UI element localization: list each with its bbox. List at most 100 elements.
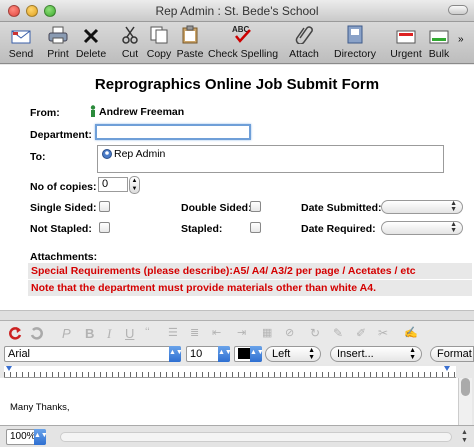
not-stapled-checkbox[interactable] — [99, 222, 110, 233]
printer-icon — [48, 26, 68, 44]
print-label: Print — [47, 48, 69, 60]
check-spelling-label: Check Spelling — [208, 48, 279, 60]
urgent-label: Urgent — [390, 48, 422, 60]
editor-toolbar-actions: P B I U ‘‘ ☰ ≣ ⇤ ⇥ ▦ ⊘ ↻ ✎ ✐ ✂ ✍ — [0, 320, 474, 344]
outdent-icon[interactable]: ⇤ — [212, 326, 221, 339]
color-swatch — [238, 348, 250, 359]
contact-icon — [102, 149, 112, 159]
urgent-flag-icon — [396, 30, 416, 44]
clipboard-icon — [182, 25, 198, 44]
send-label: Send — [8, 48, 34, 60]
check-spelling-button[interactable]: ABC Check Spelling — [208, 24, 279, 60]
format-select-value: Format — [437, 348, 472, 360]
zoom-select-value: 100% — [10, 431, 36, 442]
delete-button[interactable]: Delete — [75, 24, 107, 60]
to-recipient-field[interactable]: Rep Admin — [97, 145, 444, 173]
brush-icon[interactable]: ✐ — [356, 326, 366, 340]
quote-icon[interactable]: ‘‘ — [145, 326, 150, 338]
numbered-list-icon[interactable]: ≣ — [190, 326, 199, 339]
attachments-label: Attachments: — [30, 251, 98, 263]
text-color-select[interactable]: ▲▼ — [234, 346, 264, 362]
font-size-select[interactable]: 10 ▲▼ — [186, 346, 232, 362]
bulk-label: Bulk — [428, 48, 450, 60]
alignment-select[interactable]: Left ▲ ▼ — [265, 346, 321, 362]
address-book-icon — [347, 25, 363, 44]
table-icon[interactable]: ▦ — [262, 326, 272, 339]
department-input[interactable] — [95, 124, 251, 140]
copies-stepper[interactable]: ▲ ▼ — [129, 176, 140, 194]
date-submitted-select[interactable]: ▲ ▼ — [381, 200, 463, 214]
delete-label: Delete — [75, 48, 107, 60]
delete-x-icon — [83, 28, 99, 44]
format-select[interactable]: Format — [430, 346, 474, 362]
paperclip-icon — [295, 26, 313, 44]
toolbar-overflow-icon[interactable]: » — [458, 34, 464, 45]
urgent-button[interactable]: Urgent — [389, 24, 423, 60]
from-value: Andrew Freeman — [99, 106, 185, 118]
undo-icon[interactable] — [8, 326, 22, 340]
indent-icon[interactable]: ⇥ — [237, 326, 246, 339]
stapled-label: Stapled: — [181, 223, 223, 235]
attach-button[interactable]: Attach — [287, 24, 321, 60]
double-sided-checkbox[interactable] — [250, 201, 261, 212]
paragraph-style-icon[interactable]: P — [62, 326, 71, 341]
alignment-select-value: Left — [272, 348, 291, 360]
ruler[interactable] — [4, 366, 456, 378]
horizontal-scrollbar[interactable] — [60, 432, 452, 442]
paste-button[interactable]: Paste — [176, 24, 204, 60]
zoom-select[interactable]: 100% ▲▼ — [6, 429, 48, 445]
job-submit-form: Reprographics Online Job Submit Form Fro… — [0, 65, 474, 310]
date-required-label: Date Required: — [301, 223, 376, 235]
font-size-select-value: 10 — [190, 348, 203, 360]
editor-vertical-scrollbar[interactable] — [458, 378, 472, 425]
signature-icon[interactable]: ✍ — [404, 326, 418, 339]
redo-icon[interactable] — [30, 326, 44, 340]
to-recipient-value: Rep Admin — [114, 148, 166, 160]
scroll-arrows[interactable]: ▲ ▼ — [458, 429, 471, 445]
special-requirements-text: Special Requirements (please describe):A… — [28, 263, 472, 279]
spellcheck-icon: ABC — [232, 25, 251, 43]
font-select[interactable]: Arial ▲▼ — [4, 346, 183, 362]
refresh-icon[interactable]: ↻ — [310, 326, 320, 340]
form-title: Reprographics Online Job Submit Form — [94, 76, 380, 93]
bold-icon[interactable]: B — [85, 326, 94, 341]
cut-label: Cut — [121, 48, 139, 60]
cut-button[interactable]: Cut — [118, 24, 142, 60]
copies-input[interactable]: 0 — [98, 177, 128, 192]
copy-label: Copy — [146, 48, 172, 60]
double-sided-label: Double Sided: — [181, 202, 252, 214]
link-icon[interactable]: ⊘ — [285, 326, 294, 339]
font-select-value: Arial — [8, 348, 31, 360]
toolbar-toggle-button[interactable] — [448, 5, 468, 15]
bulk-button[interactable]: Bulk — [427, 24, 451, 60]
editor-toolbar-format: Arial ▲▼ 10 ▲▼ ▲▼ Left ▲ ▼ Insert... ▲ ▼ Forma… — [0, 344, 474, 364]
directory-button[interactable]: Directory — [333, 24, 377, 60]
insert-select[interactable]: Insert... ▲ ▼ — [330, 346, 422, 362]
single-sided-checkbox[interactable] — [99, 201, 110, 212]
send-icon — [11, 30, 31, 44]
send-button[interactable]: Send — [6, 24, 36, 60]
stapled-checkbox[interactable] — [250, 222, 261, 233]
department-note-text: Note that the department must provide ma… — [28, 280, 472, 296]
title-bar[interactable]: Rep Admin : St. Bede's School — [0, 0, 474, 22]
date-submitted-label: Date Submitted: — [301, 202, 382, 214]
print-button[interactable]: Print — [44, 24, 72, 60]
scrollbar-thumb[interactable] — [461, 378, 470, 396]
person-icon — [90, 105, 96, 117]
copy-icon — [150, 26, 168, 44]
list-icon[interactable]: ☰ — [168, 326, 178, 339]
message-body-text: Many Thanks, — [10, 402, 70, 413]
copy-button[interactable]: Copy — [146, 24, 172, 60]
window-title: Rep Admin : St. Bede's School — [155, 4, 319, 18]
pane-splitter[interactable] — [0, 310, 474, 320]
ruler-ticks — [4, 366, 456, 378]
eraser-icon[interactable]: ✂ — [378, 326, 388, 340]
italic-icon[interactable]: I — [107, 326, 111, 342]
message-body-editor[interactable]: Many Thanks, — [0, 378, 458, 425]
department-label: Department: — [30, 129, 92, 141]
date-required-select[interactable]: ▲ ▼ — [381, 221, 463, 235]
eyedropper-icon[interactable]: ✎ — [333, 326, 343, 340]
main-toolbar: Send Print Delete Cut Copy Paste ABC Che… — [0, 22, 474, 64]
not-stapled-label: Not Stapled: — [30, 223, 92, 235]
underline-icon[interactable]: U — [125, 326, 134, 341]
